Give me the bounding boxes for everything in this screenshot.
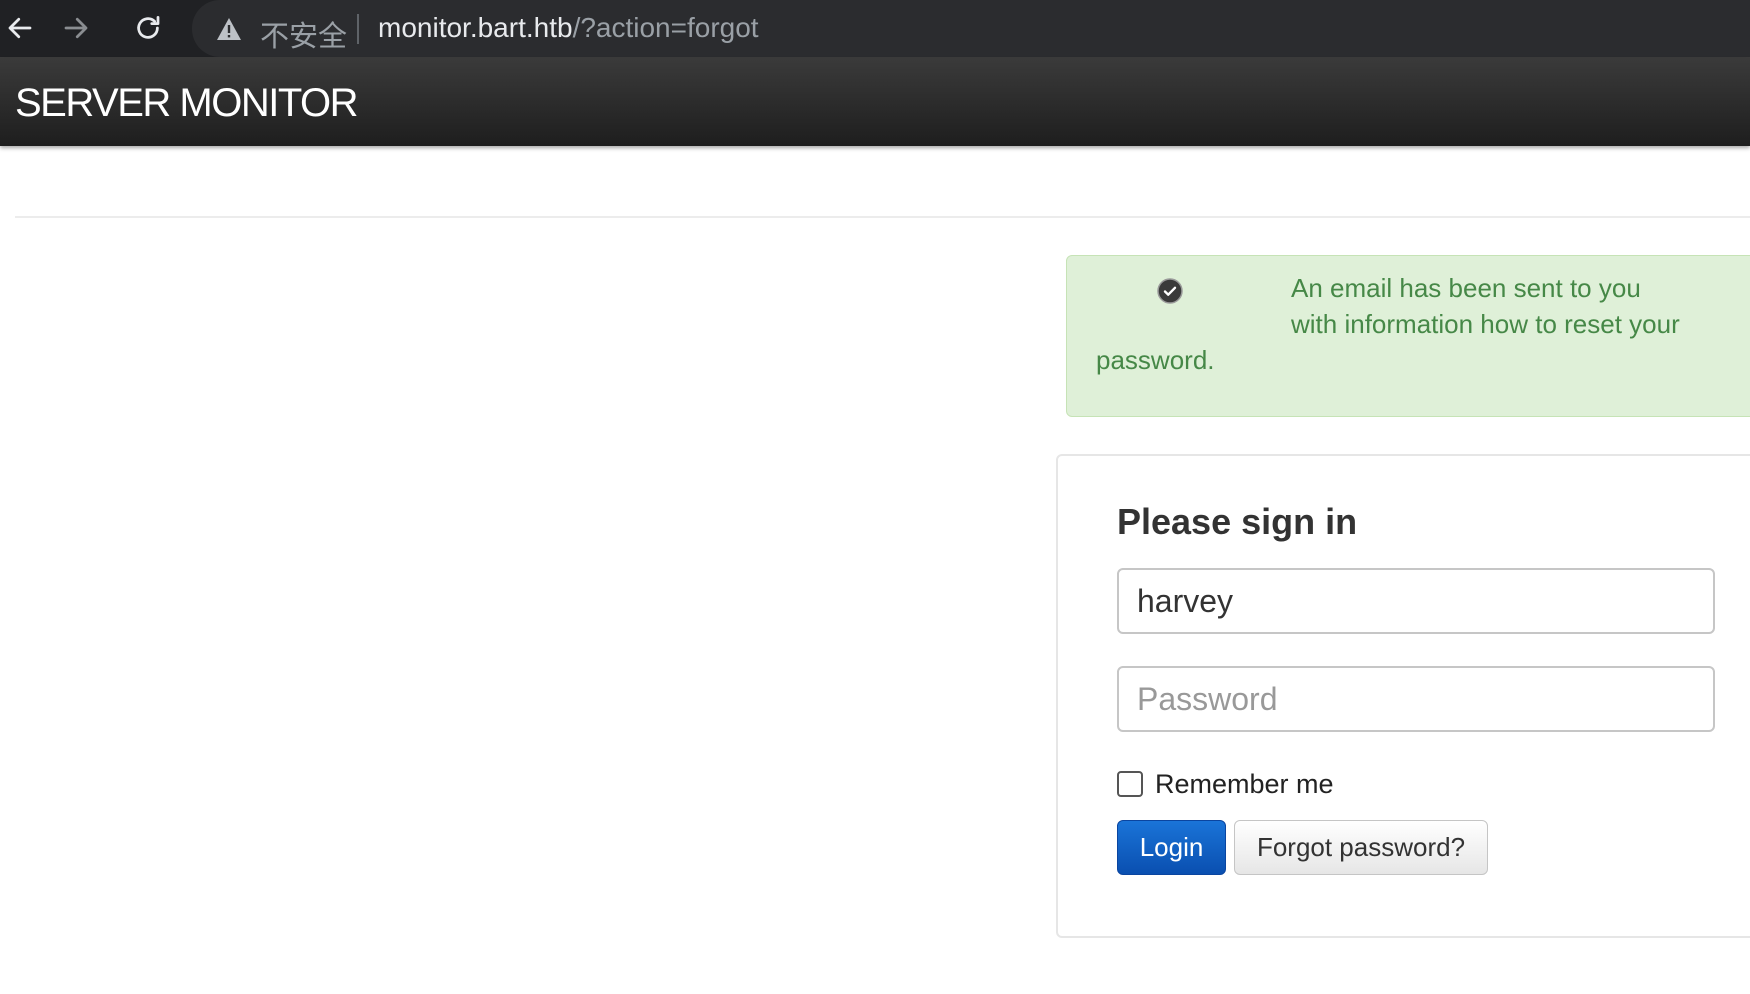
reload-button[interactable] bbox=[128, 8, 168, 48]
address-separator bbox=[357, 14, 359, 44]
not-secure-label[interactable]: 不安全 bbox=[260, 13, 347, 55]
alert-text-line-3: password. bbox=[1096, 345, 1215, 375]
alert-text-line-2: with information how to reset your bbox=[1291, 309, 1680, 339]
signin-title: Please sign in bbox=[1117, 501, 1358, 542]
forgot-password-button[interactable]: Forgot password? bbox=[1234, 820, 1488, 875]
url-text[interactable]: monitor.bart.htb/?action=forgot bbox=[378, 12, 759, 44]
forward-arrow-icon bbox=[64, 17, 88, 39]
back-button[interactable] bbox=[0, 8, 40, 48]
content-divider bbox=[15, 216, 1750, 218]
remember-me-label[interactable]: Remember me bbox=[1155, 769, 1334, 800]
forward-button[interactable] bbox=[56, 8, 96, 48]
alert-text-line-1: An email has been sent to you bbox=[1291, 273, 1641, 303]
app-navbar: SERVER MONITOR bbox=[0, 59, 1750, 146]
check-circle-icon bbox=[1157, 278, 1183, 304]
brand-title[interactable]: SERVER MONITOR bbox=[15, 81, 359, 126]
remember-me-row[interactable]: Remember me bbox=[1117, 768, 1334, 800]
reload-icon bbox=[137, 16, 160, 39]
browser-toolbar: 不安全 monitor.bart.htb/?action=forgot bbox=[0, 0, 1750, 59]
password-input[interactable] bbox=[1117, 666, 1715, 732]
login-button[interactable]: Login bbox=[1117, 820, 1226, 875]
back-arrow-icon bbox=[8, 17, 32, 39]
warning-icon[interactable] bbox=[216, 17, 242, 41]
address-bar[interactable]: 不安全 monitor.bart.htb/?action=forgot bbox=[192, 0, 1750, 57]
url-path: /?action=forgot bbox=[572, 12, 759, 43]
username-input[interactable] bbox=[1117, 568, 1715, 634]
url-host: monitor.bart.htb bbox=[378, 12, 573, 43]
signin-panel: Please sign in Remember me Login Forgot … bbox=[1056, 454, 1750, 938]
success-alert: An email has been sent to you with infor… bbox=[1066, 255, 1750, 417]
remember-me-checkbox[interactable] bbox=[1117, 771, 1143, 797]
